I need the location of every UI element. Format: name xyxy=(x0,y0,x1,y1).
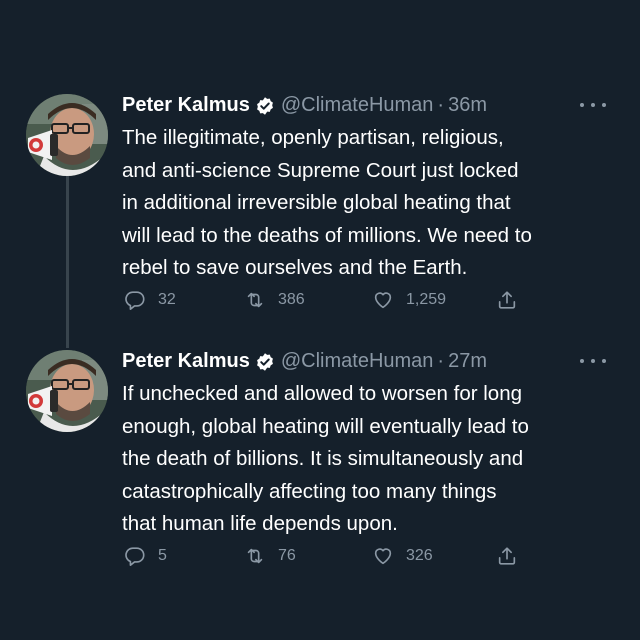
retweet-button[interactable]: 386 xyxy=(244,288,305,312)
verified-badge-icon xyxy=(255,95,275,115)
tweet-text-line: rebel to save ourselves and the Earth. xyxy=(122,256,468,279)
author-handle[interactable]: @ClimateHuman xyxy=(281,90,434,120)
tweet-thread: Peter Kalmus @ClimateHuman · 36m The ill… xyxy=(0,0,640,640)
tweet-text-line: The illegitimate, openly partisan, relig… xyxy=(122,126,504,149)
heart-icon xyxy=(374,548,392,565)
tweet-text-line: and anti-science Supreme Court just lock… xyxy=(122,158,519,182)
separator-dot: · xyxy=(437,94,445,116)
thread-connector-line xyxy=(66,158,69,348)
avatar[interactable] xyxy=(26,94,108,176)
like-count: 326 xyxy=(406,547,433,564)
reply-count: 5 xyxy=(158,547,167,564)
tweet-text-line: catastrophically affecting too many thin… xyxy=(122,479,497,503)
like-count: 1,259 xyxy=(406,291,447,308)
verified-badge-icon xyxy=(255,351,275,371)
reply-button[interactable]: 32 xyxy=(124,288,176,312)
reply-icon xyxy=(125,291,145,310)
retweet-icon xyxy=(247,548,263,564)
tweet-text: If unchecked and allowed to worsen for l… xyxy=(122,378,622,541)
retweet-count: 386 xyxy=(278,291,305,308)
like-button[interactable]: 1,259 xyxy=(372,288,446,312)
retweet-count: 76 xyxy=(278,547,296,564)
tweet-text-line: that human life depends upon. xyxy=(122,512,398,535)
avatar-image xyxy=(26,94,108,176)
tweet-text-line: the death of billions. It is simultaneou… xyxy=(122,447,524,470)
heart-icon xyxy=(374,292,392,309)
avatar-image xyxy=(26,350,108,432)
tweet-text-line: in additional irreversible global heatin… xyxy=(122,191,511,214)
tweet-text-line: enough, global heating will eventually l… xyxy=(122,414,529,438)
tweet-actions: 5 76 326 xyxy=(124,544,524,568)
tweet-text-line: If unchecked and allowed to worsen for l… xyxy=(122,382,523,405)
more-options-icon[interactable] xyxy=(580,346,606,376)
retweet-button[interactable]: 76 xyxy=(244,544,296,568)
more-options-icon[interactable] xyxy=(580,90,606,120)
share-button[interactable] xyxy=(496,288,518,312)
share-button[interactable] xyxy=(496,544,518,568)
author-handle[interactable]: @ClimateHuman xyxy=(281,346,434,376)
timestamp[interactable]: 27m xyxy=(448,346,487,376)
share-icon xyxy=(498,547,516,565)
tweet-header: Peter Kalmus @ClimateHuman · 27m xyxy=(122,346,487,376)
avatar[interactable] xyxy=(26,350,108,432)
author-name[interactable]: Peter Kalmus xyxy=(122,346,250,376)
tweet-header: Peter Kalmus @ClimateHuman · 36m xyxy=(122,90,487,120)
retweet-icon xyxy=(247,292,263,308)
tweet-text-line: will lead to the deaths of millions. We … xyxy=(122,223,532,247)
tweet-text: The illegitimate, openly partisan, relig… xyxy=(122,122,622,285)
reply-button[interactable]: 5 xyxy=(124,544,167,568)
reply-count: 32 xyxy=(158,291,176,308)
like-button[interactable]: 326 xyxy=(372,544,433,568)
timestamp[interactable]: 36m xyxy=(448,90,487,120)
share-icon xyxy=(498,291,516,309)
separator-dot: · xyxy=(437,350,445,372)
author-name[interactable]: Peter Kalmus xyxy=(122,90,250,120)
tweet-actions: 32 386 1,259 xyxy=(124,288,524,312)
reply-icon xyxy=(125,547,145,566)
